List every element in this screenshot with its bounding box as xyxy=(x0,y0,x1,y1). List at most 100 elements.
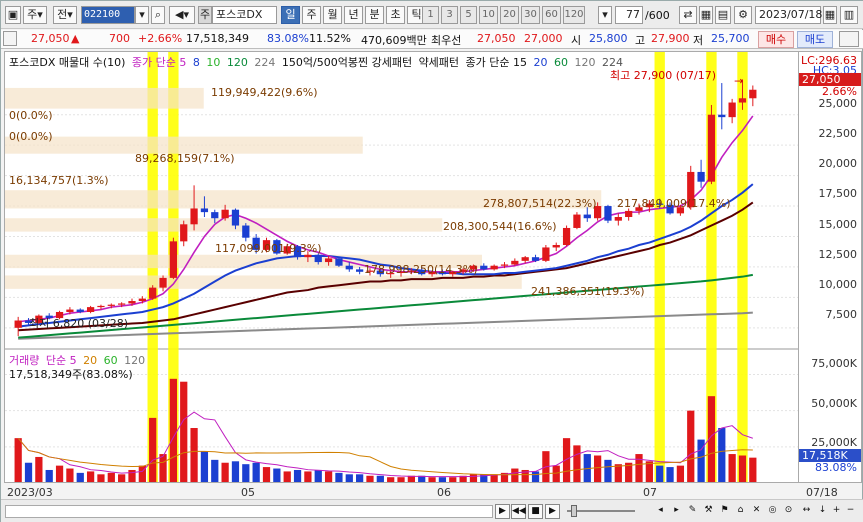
zoom-slider[interactable] xyxy=(567,510,635,512)
volume-bar-8 xyxy=(97,474,105,482)
price-tick-4: 15,000 xyxy=(818,218,858,231)
candle-body-45 xyxy=(480,265,488,270)
candle-body-49 xyxy=(521,257,529,261)
volume-bar-27 xyxy=(293,469,302,482)
volume-bar-26 xyxy=(283,471,291,482)
volume-bar-3 xyxy=(45,469,53,482)
volume-value-label: 17,518,349주(83.08%) xyxy=(9,368,133,381)
code-dropdown-icon[interactable]: ▾ xyxy=(135,6,149,24)
period-1[interactable]: 주 xyxy=(302,6,321,24)
interval-0[interactable]: 1 xyxy=(422,6,439,24)
tool-icon-3[interactable]: ⌂ xyxy=(733,504,748,519)
type-select[interactable]: 주▾ xyxy=(23,6,47,24)
search-icon[interactable]: ⌕ xyxy=(151,6,165,24)
period-0[interactable]: 일 xyxy=(281,6,300,24)
candle-body-10 xyxy=(118,303,126,305)
volume-bar-44 xyxy=(469,474,478,482)
chart-panel[interactable]: → 포스코DX 매물대 수(10) 종가 단순 5 8 10 120 224 1… xyxy=(4,51,799,483)
interval-dropdown-icon[interactable]: ▾ xyxy=(598,6,612,24)
tool-icon-2[interactable]: ⚑ xyxy=(717,504,732,519)
arrows-icon[interactable]: ↔ xyxy=(799,504,814,519)
period-5[interactable]: 초 xyxy=(386,6,405,24)
interval-6[interactable]: 60 xyxy=(542,6,561,24)
candle-body-30 xyxy=(324,258,333,263)
interval-4[interactable]: 20 xyxy=(500,6,519,24)
gear-icon[interactable]: ⚙ xyxy=(734,6,752,24)
volume-bar-62 xyxy=(656,465,664,482)
y-axis[interactable]: LC:296.63 HC:3.05 25,000 22,500 20,000 17,5… xyxy=(799,51,862,483)
vp-label-10: 217,849,009(17.4%) xyxy=(617,197,731,210)
quote-menu-icon[interactable] xyxy=(3,31,17,46)
horizontal-scrollbar[interactable] xyxy=(5,505,493,518)
chart-window: ▣ 주▾ 전▾ 022100 ▾ ⌕ ◀▾ 주 포스코DX 일주월년분초틱 13… xyxy=(0,0,863,522)
volume-bar-61 xyxy=(645,461,653,482)
scroll-back-icon[interactable]: ◀◀ xyxy=(511,504,526,519)
zoom-slider-handle[interactable] xyxy=(571,505,577,517)
calendar-icon[interactable]: ▦ xyxy=(823,6,837,24)
stock-code-input[interactable]: 022100 xyxy=(81,6,135,24)
volume-bar-57 xyxy=(604,459,612,482)
toolbar: ▣ 주▾ 전▾ 022100 ▾ ⌕ ◀▾ 주 포스코DX 일주월년분초틱 13… xyxy=(1,1,863,29)
zoom-in-icon[interactable]: ▸ xyxy=(669,504,684,519)
prev-select[interactable]: 전▾ xyxy=(53,6,77,24)
count-input[interactable]: 77 xyxy=(615,6,643,24)
volume-bar-58 xyxy=(614,464,622,482)
ma120b-legend: 120 xyxy=(574,56,596,69)
interval-7[interactable]: 120 xyxy=(563,6,585,24)
sell-button[interactable]: 매도 xyxy=(797,31,833,48)
layout-icon[interactable]: ▥ xyxy=(840,6,858,24)
mark-icon[interactable]: ✎ xyxy=(685,504,700,519)
candle-body-8 xyxy=(97,305,105,308)
zoom-out-icon[interactable]: ◂ xyxy=(653,504,668,519)
stop-icon[interactable]: ■ xyxy=(528,504,543,519)
candle-body-53 xyxy=(562,227,571,246)
scroll-next-icon[interactable]: ▶ xyxy=(495,504,510,519)
save-icon[interactable]: ▤ xyxy=(715,6,731,24)
interval-2[interactable]: 5 xyxy=(460,6,477,24)
candle-body-69 xyxy=(728,102,736,118)
highlight-column-2 xyxy=(654,52,665,482)
vp-label-2: 0(0.0%) xyxy=(9,130,53,143)
grid-icon[interactable]: ▦ xyxy=(699,6,713,24)
candle-body-0 xyxy=(14,320,22,328)
ma224-legend: 224 xyxy=(254,56,276,69)
pattern-legend-2: 약세패턴 xyxy=(418,56,460,69)
down-arrow-icon[interactable]: ↓ xyxy=(815,504,830,519)
candle-body-12 xyxy=(138,298,146,302)
price-tag-pct: 2.66% xyxy=(822,85,857,98)
x-label-3: 07 xyxy=(643,486,657,499)
date-input[interactable]: 2023/07/18 xyxy=(755,6,822,24)
stock-name[interactable]: 포스코DX xyxy=(212,6,277,24)
stock-prefix: 주 xyxy=(198,6,212,24)
candle-body-32 xyxy=(345,265,353,270)
high-arrow-icon: → xyxy=(734,74,743,87)
panel-toggle-icon[interactable] xyxy=(839,31,859,47)
speaker-icon[interactable]: ◀▾ xyxy=(169,6,195,24)
tool-icon-1[interactable]: ⚒ xyxy=(701,504,716,519)
buy-button[interactable]: 매수 xyxy=(758,31,794,48)
period-2[interactable]: 월 xyxy=(323,6,342,24)
tool-icon-6[interactable]: ⊙ xyxy=(781,504,796,519)
tool-icon-5[interactable]: ◎ xyxy=(765,504,780,519)
window-icon[interactable]: ▣ xyxy=(5,6,21,24)
interval-3[interactable]: 10 xyxy=(479,6,498,24)
open-label: 시 xyxy=(571,34,582,47)
minus-icon[interactable]: − xyxy=(843,504,858,519)
ma120-legend: 120 xyxy=(226,56,248,69)
candle-body-51 xyxy=(542,247,550,261)
period-3[interactable]: 년 xyxy=(344,6,363,24)
plus-icon[interactable]: + xyxy=(829,504,844,519)
candle-body-13 xyxy=(149,287,157,299)
tool-icon-4[interactable]: ✕ xyxy=(749,504,764,519)
count-total: /600 xyxy=(645,9,670,22)
volume-bar-25 xyxy=(273,468,281,482)
interval-1[interactable]: 3 xyxy=(441,6,458,24)
high-price: 27,900 xyxy=(651,32,690,45)
volume-ma20-line xyxy=(17,437,753,476)
play-icon[interactable]: ▶ xyxy=(545,504,560,519)
interval-5[interactable]: 30 xyxy=(521,6,540,24)
period-4[interactable]: 분 xyxy=(365,6,384,24)
quote-bar: 27,050 ▲ 700 +2.66% 17,518,349 83.08% 11… xyxy=(1,30,863,49)
ask-price: 27,050 xyxy=(477,32,516,45)
compare-icon[interactable]: ⇄ xyxy=(679,6,697,24)
